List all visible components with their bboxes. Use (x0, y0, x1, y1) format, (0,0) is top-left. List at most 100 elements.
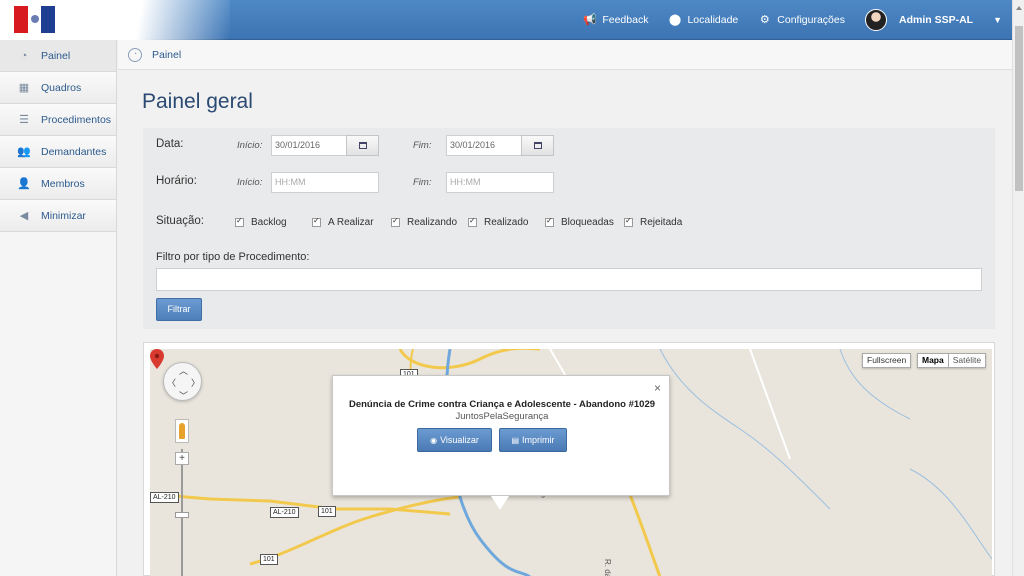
members-icon: 👤 (17, 178, 31, 190)
info-window-title: Denúncia de Crime contra Criança e Adole… (348, 399, 656, 410)
pan-up-icon[interactable]: ︿ (179, 364, 188, 377)
street-view-pegman-icon[interactable] (175, 419, 189, 443)
sidebar-item-label: Painel (41, 49, 71, 62)
sidebar-item-membros[interactable]: 👤 Membros (0, 168, 116, 200)
status-checkbox-label: Realizado (484, 217, 529, 228)
date-end-input[interactable]: 30/01/2016 (446, 135, 522, 156)
road-label: AL-210 (270, 507, 299, 518)
zoom-in-button[interactable]: + (175, 452, 189, 465)
date-end-picker-button[interactable] (521, 135, 554, 156)
pan-control[interactable]: ︿ ﹀ 〈 〉 (163, 362, 202, 401)
pan-right-icon[interactable]: 〉 (191, 376, 200, 389)
board-icon: ▦ (18, 82, 30, 94)
time-label: Horário: (156, 175, 197, 187)
zoom-slider-knob[interactable] (175, 512, 189, 518)
sidebar-item-label: Membros (41, 177, 85, 190)
date-start-picker-button[interactable] (346, 135, 379, 156)
sidebar-item-minimizar[interactable]: ◀ Minimizar (0, 200, 116, 232)
checkbox-icon (624, 216, 633, 227)
status-checkbox-label: A Realizar (328, 217, 374, 228)
filter-panel: Data: Início: 30/01/2016 Fim: 30/01/2016… (143, 128, 995, 329)
map-type-control: Mapa Satélite (917, 353, 987, 368)
date-label: Data: (156, 138, 184, 150)
print-button[interactable]: ▤ Imprimir (499, 428, 567, 452)
procedure-filter-label: Filtro por tipo de Procedimento: (156, 251, 310, 263)
gear-icon: ⚙ (759, 14, 770, 26)
road-label: 101 (318, 506, 336, 517)
sidebar-item-painel[interactable]: ◔ Painel (0, 40, 116, 72)
procedure-filter-input[interactable] (156, 268, 982, 291)
map-marker-icon[interactable] (150, 349, 164, 369)
calendar-icon (534, 142, 542, 149)
alagoas-flag-logo[interactable] (14, 6, 55, 33)
status-checkbox-backlog[interactable]: Backlog (235, 216, 287, 228)
status-checkbox-bloqueadas[interactable]: Bloqueadas (545, 216, 614, 228)
fullscreen-button[interactable]: Fullscreen (862, 353, 912, 368)
date-start-input[interactable]: 30/01/2016 (271, 135, 347, 156)
close-icon[interactable]: × (654, 381, 661, 395)
scrollbar-thumb[interactable] (1015, 26, 1023, 191)
map-type-satelite[interactable]: Satélite (948, 353, 987, 368)
info-window-tail (491, 496, 509, 510)
time-end-label: Fim: (413, 177, 432, 188)
date-start-label: Início: (237, 140, 263, 151)
time-start-input[interactable]: HH:MM (271, 172, 379, 193)
status-checkbox-label: Backlog (251, 217, 287, 228)
map-pin-icon: ⬤ (668, 14, 682, 26)
breadcrumb-item-painel[interactable]: Painel (152, 49, 181, 61)
user-name: Admin SSP-AL (898, 14, 974, 26)
time-end-input[interactable]: HH:MM (446, 172, 554, 193)
status-checkbox-realizando[interactable]: Realizando (391, 216, 457, 228)
date-end-label: Fim: (413, 140, 432, 151)
breadcrumb: ◔ Painel (118, 40, 1012, 70)
map[interactable]: 101 AL-210 AL-210 101 101 Rio Largo R. d… (150, 349, 992, 576)
sidebar: ◔ Painel ▦ Quadros ☰ Procedimentos 👥 Dem… (0, 40, 117, 576)
sidebar-item-label: Quadros (41, 81, 82, 94)
checkbox-icon (235, 216, 244, 227)
nav-configuracoes-label: Configurações (777, 14, 845, 26)
sidebar-item-quadros[interactable]: ▦ Quadros (0, 72, 116, 104)
pan-left-icon[interactable]: 〈 (167, 376, 176, 389)
map-container: 101 AL-210 AL-210 101 101 Rio Largo R. d… (143, 342, 995, 576)
status-checkbox-realizado[interactable]: Realizado (468, 216, 529, 228)
printer-icon: ▤ (511, 436, 520, 445)
checkbox-icon (468, 216, 477, 227)
status-label: Situação: (156, 215, 204, 227)
filter-button[interactable]: Filtrar (156, 298, 202, 321)
calendar-icon (359, 142, 367, 149)
nav-localidade[interactable]: ⬤ Localidade (668, 14, 738, 26)
page-scrollbar[interactable] (1012, 0, 1024, 576)
place-label: R. das Cas (603, 559, 612, 576)
map-type-mapa[interactable]: Mapa (917, 353, 949, 368)
collapse-icon: ◀ (19, 210, 29, 222)
view-button-label: Visualizar (440, 435, 479, 445)
road-label: AL-210 (150, 492, 179, 503)
page-title: Painel geral (142, 90, 253, 113)
sidebar-item-procedimentos[interactable]: ☰ Procedimentos (0, 104, 116, 136)
people-icon: 👥 (17, 146, 31, 158)
scroll-up-arrow-icon[interactable] (1016, 6, 1022, 10)
checkbox-icon (391, 216, 400, 227)
dashboard-icon: ◔ (20, 49, 28, 62)
status-checkbox-a-realizar[interactable]: A Realizar (312, 216, 374, 228)
status-checkbox-rejeitada[interactable]: Rejeitada (624, 216, 683, 228)
sidebar-item-label: Demandantes (41, 145, 107, 158)
time-start-label: Início: (237, 177, 263, 188)
top-nav: 📢 Feedback ⬤ Localidade ⚙ Configurações … (563, 0, 1002, 40)
nav-configuracoes[interactable]: ⚙ Configurações (758, 14, 845, 26)
avatar (864, 9, 887, 31)
nav-feedback[interactable]: 📢 Feedback (583, 14, 648, 26)
pan-down-icon[interactable]: ﹀ (179, 389, 188, 402)
road-label: 101 (260, 554, 278, 565)
megaphone-icon: 📢 (583, 14, 598, 26)
checkbox-icon (545, 216, 554, 227)
eye-icon: ◉ (430, 436, 438, 445)
view-button[interactable]: ◉ Visualizar (417, 428, 492, 452)
user-menu[interactable]: Admin SSP-AL ▼ (864, 9, 1002, 31)
top-bar: 📢 Feedback ⬤ Localidade ⚙ Configurações … (0, 0, 1012, 40)
chevron-down-icon: ▼ (993, 15, 1002, 25)
sidebar-item-demandantes[interactable]: 👥 Demandantes (0, 136, 116, 168)
status-checkbox-label: Rejeitada (640, 217, 683, 228)
nav-feedback-label: Feedback (602, 14, 649, 26)
checkbox-icon (312, 216, 321, 227)
